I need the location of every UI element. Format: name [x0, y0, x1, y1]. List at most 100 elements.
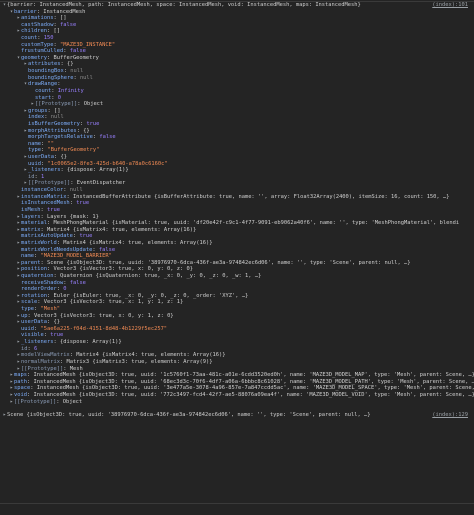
property-key: uuid — [28, 160, 41, 167]
console-tree-row[interactable]: ▸instanceMatrix: InstancedBufferAttribut… — [0, 194, 474, 201]
property-value: Matrix4 {isMatrix4: true, elements: Arra… — [46, 226, 197, 233]
console-tree-row[interactable]: ▸rotation: Euler {isEuler: true, _x: 0, … — [0, 293, 474, 300]
console-tree-row: uuid: "5ae6a225-f04d-4151-8d48-4b1229f5e… — [0, 326, 474, 333]
console-tree-row: type: "Mesh" — [0, 306, 474, 313]
console-tree-row[interactable]: ▸quaternion: Quaternion {isQuaternion: t… — [0, 273, 474, 280]
console-tree-row[interactable]: ▾drawRange: — [0, 81, 474, 88]
property-value: false — [99, 134, 116, 141]
console-tree-row: id: 6 — [0, 346, 474, 353]
property-value: "5ae6a225-f04d-4151-8d48-4b1229f5ec257" — [40, 325, 168, 332]
property-key: boundingSphere — [28, 74, 74, 81]
property-value: Vector3 {isVector3: true, x: 1, y: 1, z:… — [43, 299, 184, 306]
property-value: [] — [53, 107, 61, 114]
console-tree-row[interactable]: ▸up: Vector3 {isVector3: true, x: 0, y: … — [0, 313, 474, 320]
property-key: barrier — [14, 8, 37, 15]
key-colon: : — [57, 81, 64, 88]
source-link[interactable]: (index):101 — [429, 2, 468, 9]
console-tree-row[interactable]: ▸userData: {} — [0, 154, 474, 161]
property-key: customType — [21, 41, 54, 48]
console-tree-row[interactable]: ▾geometry: BufferGeometry — [0, 55, 474, 62]
console-tree-row[interactable]: ▸children: [] — [0, 28, 474, 35]
console-tree-row[interactable]: ▸void: InstancedMesh {isObject3D: true, … — [0, 392, 474, 399]
console-tree-row: name: "" — [0, 141, 474, 148]
console-tree-row[interactable]: ▸parent: Scene {isObject3D: true, uuid: … — [0, 260, 474, 267]
console-tree-row[interactable]: ▸groups: [] — [0, 108, 474, 115]
property-value: false — [69, 48, 86, 55]
property-value: 0 — [63, 286, 67, 293]
console-tree-row[interactable]: ▸path: InstancedMesh {isObject3D: true, … — [0, 379, 474, 386]
property-value: {dispose: Array(1)} — [59, 339, 122, 346]
property-value: {} — [83, 127, 90, 134]
property-value: [] — [53, 28, 60, 35]
console-tree-row[interactable]: ▾barrier: InstancedMesh — [0, 9, 474, 16]
console-tree-row: visible: true — [0, 332, 474, 339]
property-value: InstancedMesh {isObject3D: true, uuid: '… — [33, 372, 474, 379]
console-tree-row[interactable]: ▸space: InstancedMesh {isObject3D: true,… — [0, 385, 474, 392]
property-key: material — [21, 220, 47, 227]
property-value: Mesh — [69, 365, 83, 372]
console-tree-row[interactable]: ▸_listeners: {dispose: Array(1)} — [0, 167, 474, 174]
console-tree-row[interactable]: ▾{barrier: InstancedMesh, path: Instance… — [0, 2, 474, 9]
source-link[interactable]: (index):129 — [429, 412, 468, 419]
console-tree-row: boundingSphere: null — [0, 75, 474, 82]
property-key: parent — [21, 259, 41, 266]
console-tree-row[interactable]: ▸matrixWorld: Matrix4 {isMatrix4: true, … — [0, 240, 474, 247]
console-tree-row[interactable]: ▸material: MeshPhongMaterial {isMaterial… — [0, 220, 474, 227]
console-tree-row[interactable]: ▸userData: {} — [0, 319, 474, 326]
property-key: userData — [28, 154, 54, 161]
property-key: [[Prototype]] — [28, 180, 71, 187]
console-tree-row[interactable]: ▸Scene {isObject3D: true, uuid: '3897697… — [0, 412, 474, 419]
property-value: true — [46, 206, 60, 213]
console-tree-row[interactable]: ▸layers: Layers {mask: 1} — [0, 214, 474, 221]
console-tree-row: isBufferGeometry: true — [0, 121, 474, 128]
console-tree-row[interactable]: ▸maps: InstancedMesh {isObject3D: true, … — [0, 372, 474, 379]
property-value: true — [86, 120, 100, 127]
console-tree-row[interactable]: ▸[[Prototype]]: Mesh — [0, 366, 474, 373]
console-tree-row[interactable]: ▸matrix: Matrix4 {isMatrix4: true, eleme… — [0, 227, 474, 234]
console-tree-row[interactable]: ▸_listeners: {dispose: Array(1)} — [0, 339, 474, 346]
property-key: scale — [21, 299, 38, 306]
console-tree-row[interactable]: ▸[[Prototype]]: Object — [0, 101, 474, 108]
property-key: children — [21, 28, 47, 35]
property-value: MeshPhongMaterial {isMaterial: true, uui… — [53, 220, 460, 227]
property-key: [[Prototype]] — [35, 101, 78, 108]
devtools-console: ▾{barrier: InstancedMesh, path: Instance… — [0, 0, 474, 515]
property-key: animations — [21, 15, 54, 22]
property-value: {} — [66, 61, 74, 68]
property-key: normalMatrix — [21, 358, 60, 365]
console-tree-row[interactable]: ▸modelViewMatrix: Matrix4 {isMatrix4: tr… — [0, 352, 474, 359]
console-tree-row: matrixAutoUpdate: true — [0, 233, 474, 240]
property-value: true — [76, 200, 90, 207]
property-key: void — [14, 391, 27, 398]
property-key: _listeners — [28, 167, 61, 174]
console-tree-row[interactable]: ▸attributes: {} — [0, 61, 474, 68]
property-value: EventDispatcher — [76, 180, 126, 187]
property-value: false — [69, 279, 86, 286]
property-key: uuid — [21, 325, 34, 332]
console-tree-row[interactable]: ▸scale: Vector3 {isVector3: true, x: 1, … — [0, 299, 474, 306]
console-tree-row[interactable]: ▸[[Prototype]]: EventDispatcher — [0, 180, 474, 187]
property-value: InstancedMesh {isObject3D: true, uuid: '… — [36, 385, 474, 392]
property-value: {} — [60, 154, 67, 161]
console-tree-row[interactable]: ▸normalMatrix: Matrix3 {isMatrix3: true,… — [0, 359, 474, 366]
console-tree-row[interactable]: ▸[[Prototype]]: Object — [0, 399, 474, 406]
property-value: {barrier: InstancedMesh, path: Instanced… — [7, 2, 361, 8]
console-tree-row[interactable]: ▸animations: [] — [0, 15, 474, 22]
console-tree-row: uuid: "1c0065e2-8fe3-425d-b640-a78a0c616… — [0, 161, 474, 168]
console-tree-row: matrixWorldNeedsUpdate: false — [0, 247, 474, 254]
console-tree-row: index: null — [0, 114, 474, 121]
property-value: {dispose: Array(1)} — [66, 167, 129, 174]
console-tree-row[interactable]: ▸morphAttributes: {} — [0, 128, 474, 135]
console-tree-row: count: 150 — [0, 35, 474, 42]
console-tree-row: instanceColor: null — [0, 187, 474, 194]
console-tree-row: isMesh: true — [0, 207, 474, 214]
property-value: InstancedMesh {isObject3D: true, uuid: '… — [33, 378, 474, 385]
property-key: maps — [14, 372, 27, 379]
property-key: isBufferGeometry — [28, 120, 80, 127]
property-value: Vector3 {isVector3: true, x: 0, y: 1, z:… — [34, 312, 174, 319]
console-tree-row[interactable]: ▸position: Vector3 {isVector3: true, x: … — [0, 266, 474, 273]
property-key: castShadow — [21, 21, 54, 28]
property-value: Scene {isObject3D: true, uuid: '38976970… — [7, 412, 371, 419]
property-value: false — [98, 246, 116, 253]
property-key: [[Prototype]] — [21, 365, 64, 372]
